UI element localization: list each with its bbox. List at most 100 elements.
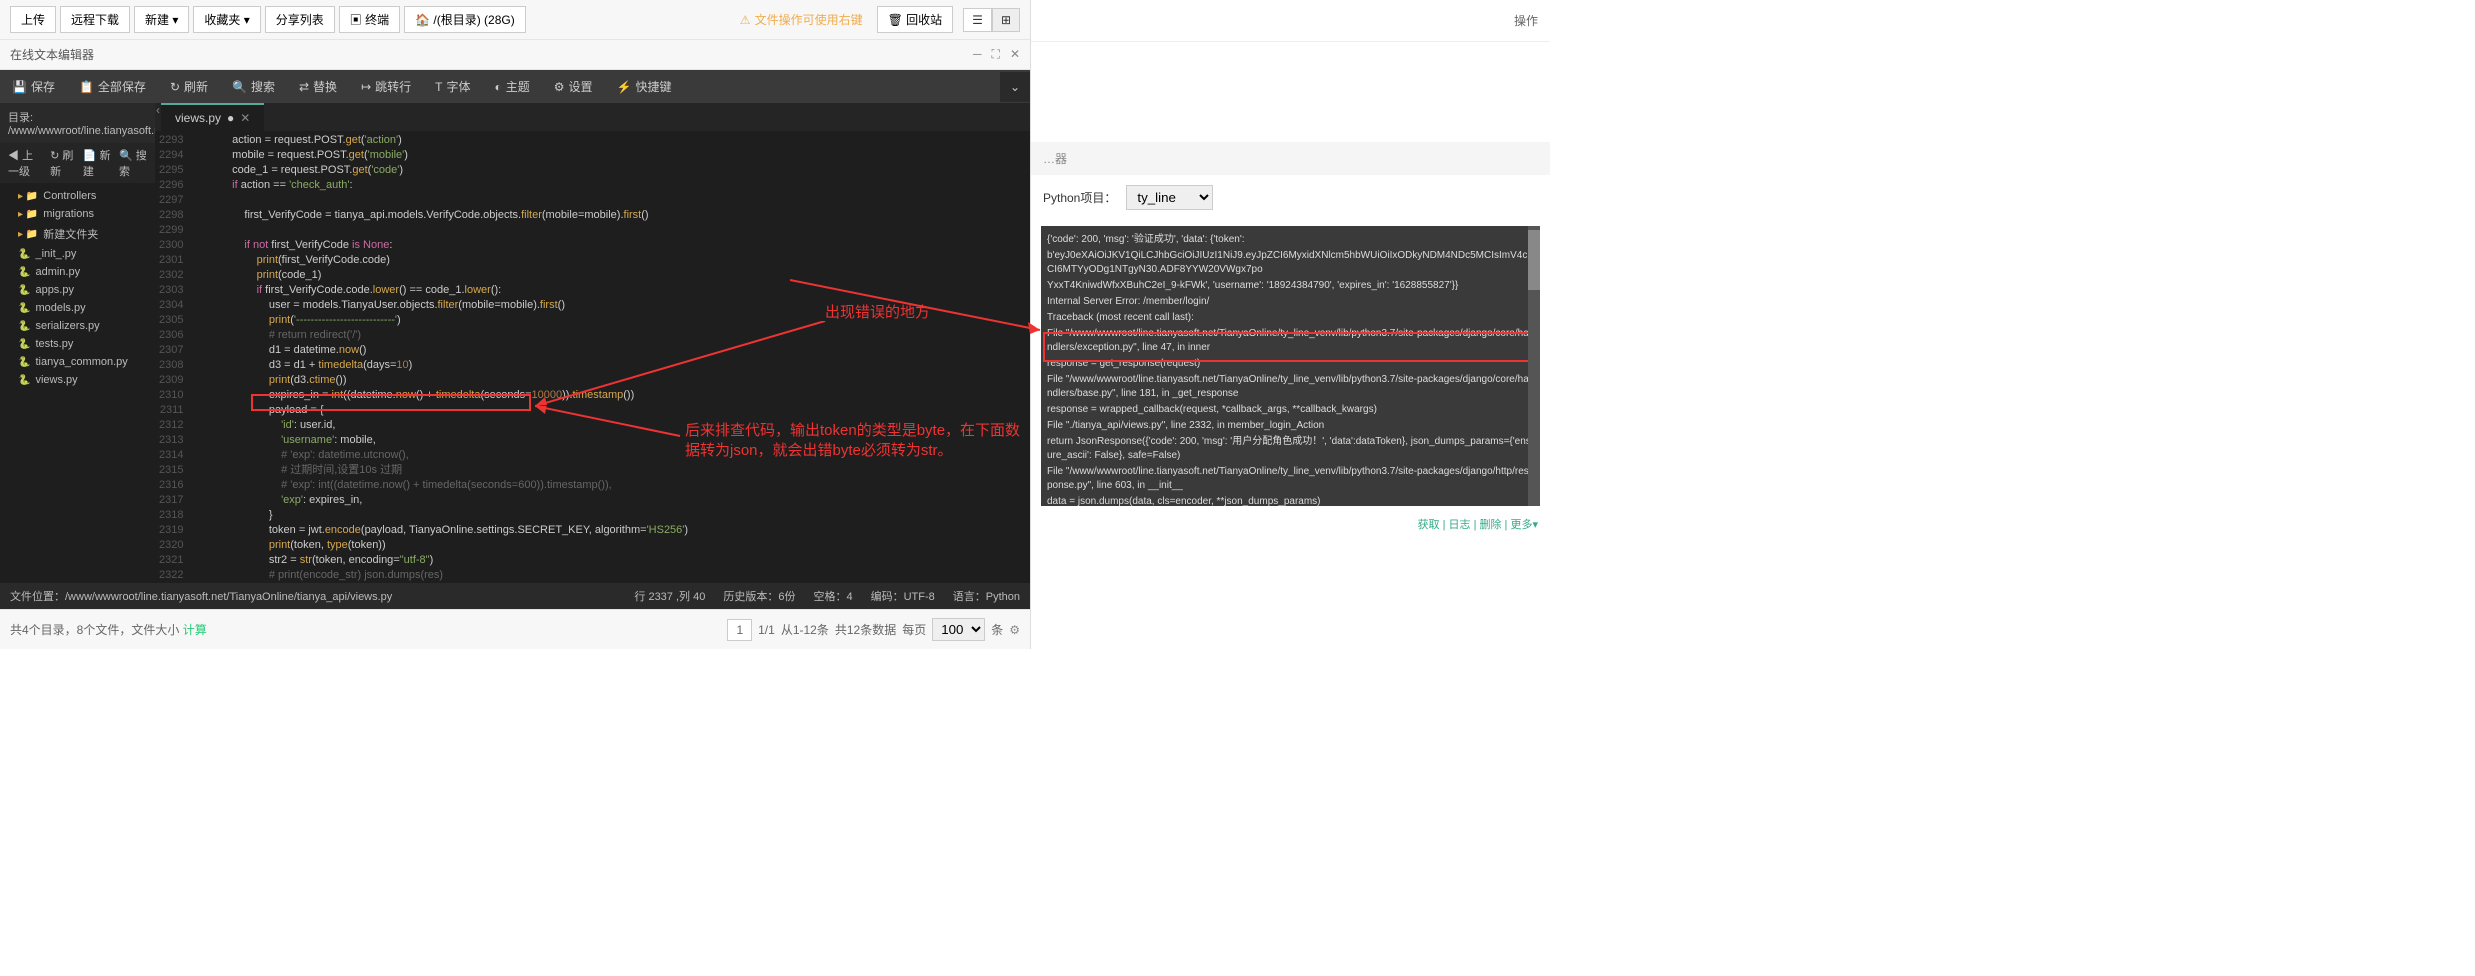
python-file-icon: 🐍 bbox=[18, 321, 30, 332]
tree-item-label: views.py bbox=[35, 374, 77, 386]
tree-up-button[interactable]: ◀ 上一级 bbox=[8, 147, 42, 179]
log-line: Traceback (most recent call last): bbox=[1047, 310, 1534, 326]
tree-item-apps-py[interactable]: 🐍 apps.py bbox=[0, 281, 155, 299]
warn-text: 文件操作可使用右键 bbox=[755, 11, 863, 28]
per-page-unit: 条 bbox=[991, 621, 1003, 638]
page-current[interactable]: 1 bbox=[727, 619, 752, 641]
editor-title-bar: 在线文本编辑器 ─ ⛶ ✕ bbox=[0, 40, 1030, 70]
log-line: File "/www/wwwroot/line.tianyasoft.net/T… bbox=[1047, 464, 1534, 494]
tree-item-label: _init_.py bbox=[35, 248, 76, 260]
code-editor[interactable]: ‹ views.py ● ✕ 2293229422952296229722982… bbox=[155, 103, 1030, 583]
folder-icon: ▸ 📁 bbox=[18, 229, 38, 240]
settings-button[interactable]: ⚙ 设置 bbox=[542, 70, 605, 103]
log-scrollbar[interactable] bbox=[1528, 226, 1540, 506]
new-button[interactable]: 新建 ▾ bbox=[134, 6, 189, 33]
replace-button[interactable]: ⇄ 替换 bbox=[287, 70, 349, 103]
python-file-icon: 🐍 bbox=[18, 339, 30, 350]
tree-search-button[interactable]: 🔍 搜索 bbox=[119, 147, 147, 179]
status-indent[interactable]: 空格：4 bbox=[813, 588, 852, 604]
per-page-select[interactable]: 100 bbox=[932, 618, 985, 641]
grid-view-button[interactable]: ⊞ bbox=[992, 8, 1020, 32]
collapse-chevron-icon[interactable]: ⌄ bbox=[1000, 72, 1030, 102]
python-file-icon: 🐍 bbox=[18, 303, 30, 314]
favorites-button[interactable]: 收藏夹 ▾ bbox=[193, 6, 260, 33]
warn-icon: ⚠ bbox=[740, 13, 751, 27]
tree-item-tests-py[interactable]: 🐍 tests.py bbox=[0, 335, 155, 353]
log-output[interactable]: {'code': 200, 'msg': '验证成功', 'data': {'t… bbox=[1041, 226, 1540, 506]
folder-icon: ▸ 📁 bbox=[18, 191, 38, 202]
minimize-icon[interactable]: ─ bbox=[973, 47, 982, 62]
tab-dirty-icon: ● bbox=[227, 111, 234, 125]
calc-link[interactable]: 计算 bbox=[183, 623, 207, 637]
code-content[interactable]: action = request.POST.get('action') mobi… bbox=[191, 131, 1030, 583]
tab-bar: ‹ views.py ● ✕ bbox=[155, 103, 1030, 131]
project-label: Python项目： bbox=[1043, 189, 1116, 206]
share-button[interactable]: 分享列表 bbox=[265, 6, 335, 33]
tree-item-label: admin.py bbox=[35, 266, 80, 278]
goto-button[interactable]: ↦ 跳转行 bbox=[349, 70, 423, 103]
refresh-button[interactable]: ↻ 刷新 bbox=[158, 70, 220, 103]
save-all-button[interactable]: 📋 全部保存 bbox=[67, 70, 158, 103]
upload-button[interactable]: 上传 bbox=[10, 6, 56, 33]
folder-icon: ▸ 📁 bbox=[18, 209, 38, 220]
tree-item-label: tests.py bbox=[35, 338, 73, 350]
tab-views-py[interactable]: views.py ● ✕ bbox=[161, 103, 264, 131]
close-icon[interactable]: ✕ bbox=[1010, 47, 1020, 62]
tree-item-label: apps.py bbox=[35, 284, 74, 296]
maximize-icon[interactable]: ⛶ bbox=[992, 47, 1000, 62]
pagination-bar: 共4个目录，8个文件，文件大小 计算 1 1/1 从1-12条 共12条数据 每… bbox=[0, 609, 1030, 649]
log-line: File "./tianya_api/views.py", line 2332,… bbox=[1047, 418, 1534, 434]
editor-toolbar: 💾 保存 📋 全部保存 ↻ 刷新 🔍 搜索 ⇄ 替换 ↦ 跳转行 T 字体 ◐ … bbox=[0, 70, 1030, 103]
tree-item-views-py[interactable]: 🐍 views.py bbox=[0, 371, 155, 389]
file-summary: 共4个目录，8个文件，文件大小 计算 bbox=[10, 621, 717, 638]
tree-item-新建文件夹[interactable]: ▸ 📁新建文件夹 bbox=[0, 223, 155, 245]
search-button[interactable]: 🔍 搜索 bbox=[220, 70, 287, 103]
python-file-icon: 🐍 bbox=[18, 375, 30, 386]
tree-item-tianya_common-py[interactable]: 🐍 tianya_common.py bbox=[0, 353, 155, 371]
tree-item-Controllers[interactable]: ▸ 📁Controllers bbox=[0, 187, 155, 205]
settings-gear-icon[interactable]: ⚙ bbox=[1009, 623, 1020, 637]
status-history[interactable]: 历史版本：6份 bbox=[723, 588, 795, 604]
theme-button[interactable]: ◐ 主题 bbox=[483, 70, 542, 103]
file-manager-toolbar: 上传 远程下载 新建 ▾ 收藏夹 ▾ 分享列表 ▣ 终端 🏠 /(根目录) (2… bbox=[0, 0, 1030, 40]
page-info: 1/1 bbox=[758, 623, 775, 637]
tree-item-migrations[interactable]: ▸ 📁migrations bbox=[0, 205, 155, 223]
project-action-links[interactable]: 获取 | 日志 | 删除 | 更多▾ bbox=[1418, 519, 1538, 531]
tree-item-label: serializers.py bbox=[35, 320, 99, 332]
project-select[interactable]: ty_line bbox=[1126, 185, 1213, 210]
list-view-button[interactable]: ☰ bbox=[963, 8, 992, 32]
remote-download-button[interactable]: 远程下载 bbox=[60, 6, 130, 33]
per-page-label: 每页 bbox=[902, 621, 926, 638]
shortcuts-button[interactable]: ⚡ 快捷键 bbox=[605, 70, 684, 103]
python-file-icon: 🐍 bbox=[18, 285, 30, 296]
editor-status-bar: 文件位置：/www/wwwroot/line.tianyasoft.net/Ti… bbox=[0, 583, 1030, 609]
root-dir-button[interactable]: 🏠 /(根目录) (28G) bbox=[404, 6, 526, 33]
tree-refresh-button[interactable]: ↻ 刷新 bbox=[50, 147, 75, 179]
page-range: 从1-12条 bbox=[781, 621, 829, 638]
project-row: Python项目： ty_line bbox=[1031, 175, 1550, 220]
tab-label: views.py bbox=[175, 111, 221, 125]
log-line: data = json.dumps(data, cls=encoder, **j… bbox=[1047, 494, 1534, 506]
tree-item-label: tianya_common.py bbox=[35, 356, 127, 368]
tree-item-models-py[interactable]: 🐍models.py bbox=[0, 299, 155, 317]
python-file-icon: 🐍 bbox=[18, 357, 30, 368]
log-line: {'code': 200, 'msg': '验证成功', 'data': {'t… bbox=[1047, 232, 1534, 248]
status-encoding[interactable]: 编码：UTF-8 bbox=[871, 588, 935, 604]
line-gutter: 2293229422952296229722982299230023012302… bbox=[155, 131, 191, 583]
font-button[interactable]: T 字体 bbox=[423, 70, 482, 103]
tab-close-icon[interactable]: ✕ bbox=[240, 111, 250, 125]
status-language[interactable]: 语言：Python bbox=[953, 588, 1020, 604]
section-label: …器 bbox=[1031, 142, 1550, 175]
tree-item-_init_-py[interactable]: 🐍_init_.py bbox=[0, 245, 155, 263]
log-line: b'eyJ0eXAiOiJKV1QiLCJhbGciOiJIUzI1NiJ9.e… bbox=[1047, 248, 1534, 278]
tree-item-admin-py[interactable]: 🐍admin.py bbox=[0, 263, 155, 281]
tree-item-serializers-py[interactable]: 🐍 serializers.py bbox=[0, 317, 155, 335]
trash-button[interactable]: 🗑 回收站 bbox=[877, 6, 954, 33]
terminal-button[interactable]: ▣ 终端 bbox=[339, 6, 400, 33]
log-line: response = wrapped_callback(request, *ca… bbox=[1047, 402, 1534, 418]
log-line: File "/www/wwwroot/line.tianyasoft.net/T… bbox=[1047, 372, 1534, 402]
log-line: Internal Server Error: /member/login/ bbox=[1047, 294, 1534, 310]
status-path: 文件位置：/www/wwwroot/line.tianyasoft.net/Ti… bbox=[10, 588, 616, 604]
save-button[interactable]: 💾 保存 bbox=[0, 70, 67, 103]
tree-new-button[interactable]: 📄 新建 bbox=[83, 147, 111, 179]
